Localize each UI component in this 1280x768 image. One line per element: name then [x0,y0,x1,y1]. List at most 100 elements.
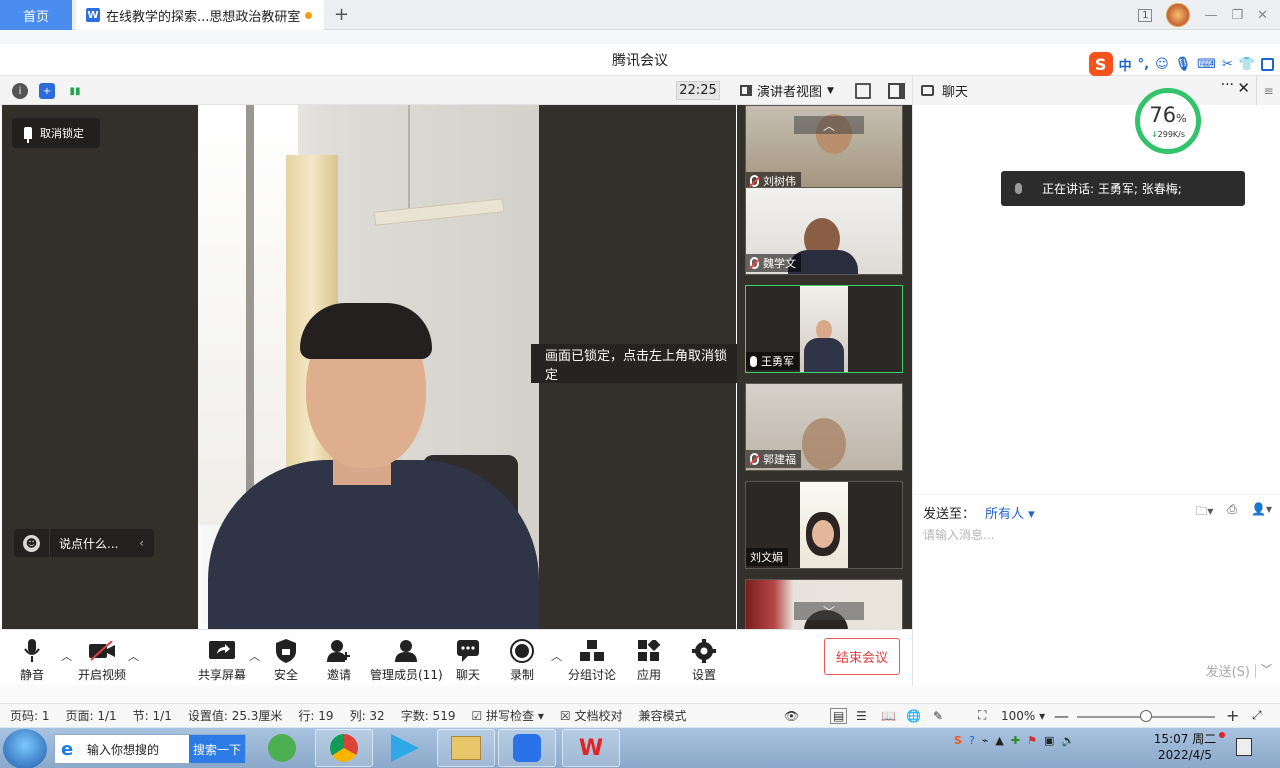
network-icon[interactable]: ▣ [1044,734,1054,747]
menu-icon[interactable]: ≡ [1256,76,1280,105]
ime-tray-icon[interactable]: ⌁ [982,734,989,747]
taskbar-app-refresh[interactable] [253,729,311,767]
close-icon[interactable]: ✕ [1257,8,1268,23]
toolbox-icon[interactable]: ✂ [1222,57,1233,72]
smile-icon[interactable]: ☻ [23,534,40,552]
zoom-in-icon[interactable]: + [1226,706,1239,725]
unpin-button[interactable]: 取消锁定 [12,118,100,148]
settings-button[interactable]: 设置 [692,638,716,683]
tab-home[interactable]: 首页 [0,0,72,30]
pen-icon[interactable]: ✎ [933,709,943,723]
chat-label: 聊天 [456,668,481,682]
taskbar-app-explorer[interactable] [437,729,495,767]
breakout-button[interactable]: 分组讨论 [568,638,616,683]
send-to-select[interactable]: 所有人 ▾ [985,503,1035,522]
participant-tile[interactable]: 郭建福 [745,383,903,471]
sogou-ime-icon[interactable]: S [1088,52,1113,76]
sogou-tray-icon[interactable]: S [954,734,962,747]
security-tray-icon[interactable]: ✚ [1011,734,1020,747]
page-view-icon[interactable]: ▤ [830,707,848,724]
info-icon[interactable]: i [12,83,28,99]
status-words[interactable]: 字数: 519 [401,707,456,724]
zoom-out-icon[interactable]: — [1054,707,1069,725]
chevron-up-icon[interactable]: ︿ [61,648,72,664]
chevron-up-icon[interactable]: ▲ [995,734,1003,747]
chevron-down-icon[interactable]: ﹀ [1261,661,1272,677]
help-icon[interactable]: ? [969,734,975,747]
chat-button[interactable]: 聊天 [456,638,480,683]
user-icon[interactable]: 👤▾ [1251,502,1272,523]
start-button[interactable] [3,729,47,768]
security-button[interactable]: 安全 [274,638,298,683]
zoom-slider-knob[interactable] [1140,710,1152,722]
reading-view-icon[interactable]: 📖 [881,709,896,723]
participant-tile-active[interactable]: 王勇军 [745,285,903,373]
record-button[interactable]: 录制 [510,638,534,683]
download-arrow-icon: ↓ [1150,129,1158,139]
screenshot-icon[interactable]: ⎙ [1227,502,1237,523]
end-meeting-button[interactable]: 结束会议 [824,638,900,675]
ime-lang[interactable]: 中 [1119,55,1132,74]
more-icon[interactable]: ··· [1221,77,1234,93]
participant-tile[interactable]: 魏学文 [745,187,903,275]
outline-view-icon[interactable]: ☰ [856,709,867,723]
proofread-button[interactable]: ☒ 文档校对 [560,707,623,724]
network-warning-icon[interactable]: ⚑ [1027,734,1037,747]
fit-page-icon[interactable]: ⛶ [978,708,986,723]
taskbar-app-wps[interactable]: W [562,729,620,767]
menu-grid-icon[interactable] [1261,57,1274,71]
shield-icon[interactable]: + [39,83,55,99]
chevron-up-icon[interactable]: ︿ [551,648,562,664]
new-tab-button[interactable]: + [334,4,349,25]
participant-tile[interactable]: ︿ 刘树伟 [745,105,903,193]
eye-icon[interactable]: 👁 [784,709,799,723]
spell-check-toggle[interactable]: ☑ 拼写检查 ▾ [471,707,543,724]
window-count-badge[interactable]: 1 [1138,8,1153,22]
invite-button[interactable]: 邀请 [327,638,351,683]
chevron-up-icon[interactable]: ︿ [128,648,139,664]
skin-icon[interactable]: 👕 [1239,57,1255,72]
volume-icon[interactable]: 🔈 [1061,734,1075,747]
zoom-level[interactable]: 100% ▾ [1001,709,1045,723]
signal-icon[interactable]: ▮▮ [67,83,83,99]
minimize-icon[interactable]: — [1204,8,1217,23]
chevron-left-icon[interactable]: ‹ [139,536,144,550]
scroll-down-icon[interactable]: ﹀ [794,602,864,620]
fullscreen-icon[interactable]: ⤢ [1252,708,1262,723]
manage-members-button[interactable]: 管理成员(11) [370,638,443,683]
participant-tile[interactable]: ﹀ [745,579,903,629]
voice-icon[interactable]: 🎙 [1175,57,1192,72]
taskbar-app-tencent-meeting[interactable] [498,729,556,767]
view-mode-dropdown[interactable]: 演讲者视图 ▼ [734,80,842,101]
taskbar-app-video[interactable] [376,729,434,767]
file-icon[interactable]: 🗀▾ [1195,502,1213,523]
sidebar-toggle-icon[interactable] [888,83,905,99]
emoji-icon[interactable]: ☺ [1155,57,1169,72]
share-screen-button[interactable]: 共享屏幕 [198,638,246,683]
horizontal-scrollbar[interactable] [0,685,1280,703]
punctuation-icon[interactable]: °, [1138,57,1149,72]
apps-button[interactable]: 应用 [637,638,661,683]
send-button[interactable]: 发送(S) [1206,661,1250,680]
tab-document[interactable]: W 在线教学的探索...思想政治教研室 [76,0,324,30]
scroll-up-icon[interactable]: ︿ [794,116,864,134]
taskbar-app-chrome[interactable] [315,729,373,767]
taskbar-search[interactable]: e 输入你想搜的 搜索一下 [54,734,246,764]
quick-chat-input[interactable]: ☻ 说点什么... ‹ [14,529,154,557]
restore-icon[interactable]: ❐ [1231,8,1243,23]
search-input[interactable]: 输入你想搜的 [87,741,189,758]
chevron-up-icon[interactable]: ︿ [249,648,260,664]
close-icon[interactable]: ✕ [1237,79,1250,97]
video-button[interactable]: 开启视频 [78,638,126,683]
system-clock[interactable]: 15:07 周二 2022/4/5 [1152,731,1218,763]
fullscreen-icon[interactable] [855,83,871,99]
keyboard-icon[interactable]: ⌨ [1197,57,1216,72]
chat-input[interactable]: 请输入消息... [923,526,994,543]
web-view-icon[interactable]: 🌐 [906,709,921,723]
action-center-icon[interactable] [1236,738,1252,756]
participant-tile[interactable]: 刘文娟 [745,481,903,569]
search-button[interactable]: 搜索一下 [189,735,245,763]
mute-button[interactable]: 静音 [20,638,44,683]
avatar[interactable] [1166,3,1191,27]
network-speed-gauge[interactable]: 76% ↓299K/s [1135,88,1201,154]
